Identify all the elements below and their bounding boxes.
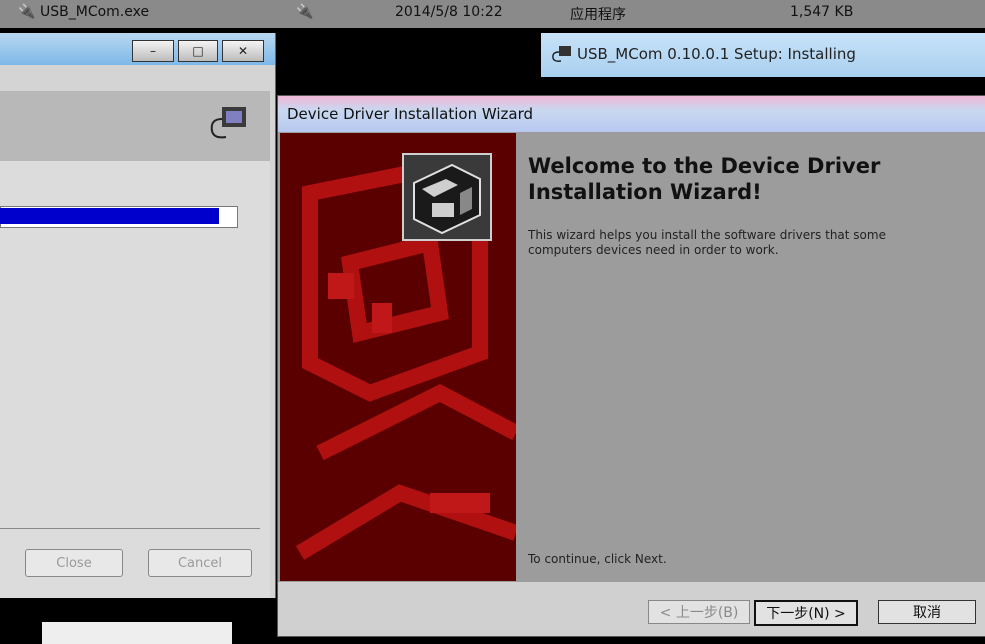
setup-window-titlebar[interactable]: USB_MCom 0.10.0.1 Setup: Installing — [541, 33, 985, 77]
setup-window-title: USB_MCom 0.10.0.1 Setup: Installing — [577, 45, 856, 63]
wizard-footer: < 上一步(B) 下一步(N) > 取消 — [278, 582, 985, 636]
wizard-titlebar[interactable]: Device Driver Installation Wizard — [278, 96, 985, 132]
hardware-box-icon — [402, 153, 492, 241]
usb-plug-icon-2: 🔌 — [296, 4, 314, 20]
divider — [0, 528, 260, 529]
next-button[interactable]: 下一步(N) > — [754, 600, 858, 626]
usb-plug-icon: 🔌 — [18, 4, 36, 20]
cancel-button[interactable]: Cancel — [148, 549, 252, 577]
file-size: 1,547 KB — [790, 4, 854, 20]
welcome-description: This wizard helps you install the softwa… — [528, 228, 886, 257]
install-progress-fill — [0, 208, 219, 224]
back-button[interactable]: < 上一步(B) — [648, 600, 750, 624]
explorer-file-row[interactable]: 🔌 USB_MCom.exe 🔌 2014/5/8 10:22 应用程序 1,5… — [0, 0, 985, 28]
installer-header — [0, 91, 270, 161]
cancel-button[interactable]: 取消 — [878, 600, 976, 624]
continue-instruction: To continue, click Next. — [528, 552, 667, 566]
close-button[interactable]: Close — [25, 549, 123, 577]
welcome-heading: Welcome to the Device Driver Installatio… — [528, 154, 881, 204]
file-name: USB_MCom.exe — [40, 4, 150, 20]
installer-window: – □ ✕ Close Cancel — [0, 33, 276, 598]
minimize-button[interactable]: – — [132, 40, 174, 62]
taskbar-fragment — [42, 622, 232, 644]
usb-plug-icon — [210, 107, 246, 139]
maximize-button[interactable]: □ — [178, 40, 218, 62]
usb-plug-icon — [552, 46, 571, 62]
installer-titlebar[interactable]: – □ ✕ — [0, 33, 275, 65]
driver-wizard-window: Device Driver Installation Wizard Welcom… — [277, 95, 985, 637]
wizard-content: Welcome to the Device Driver Installatio… — [402, 133, 985, 581]
close-window-button[interactable]: ✕ — [222, 40, 264, 62]
wizard-title: Device Driver Installation Wizard — [287, 105, 533, 123]
file-date: 2014/5/8 10:22 — [395, 4, 503, 20]
file-type: 应用程序 — [570, 7, 626, 23]
